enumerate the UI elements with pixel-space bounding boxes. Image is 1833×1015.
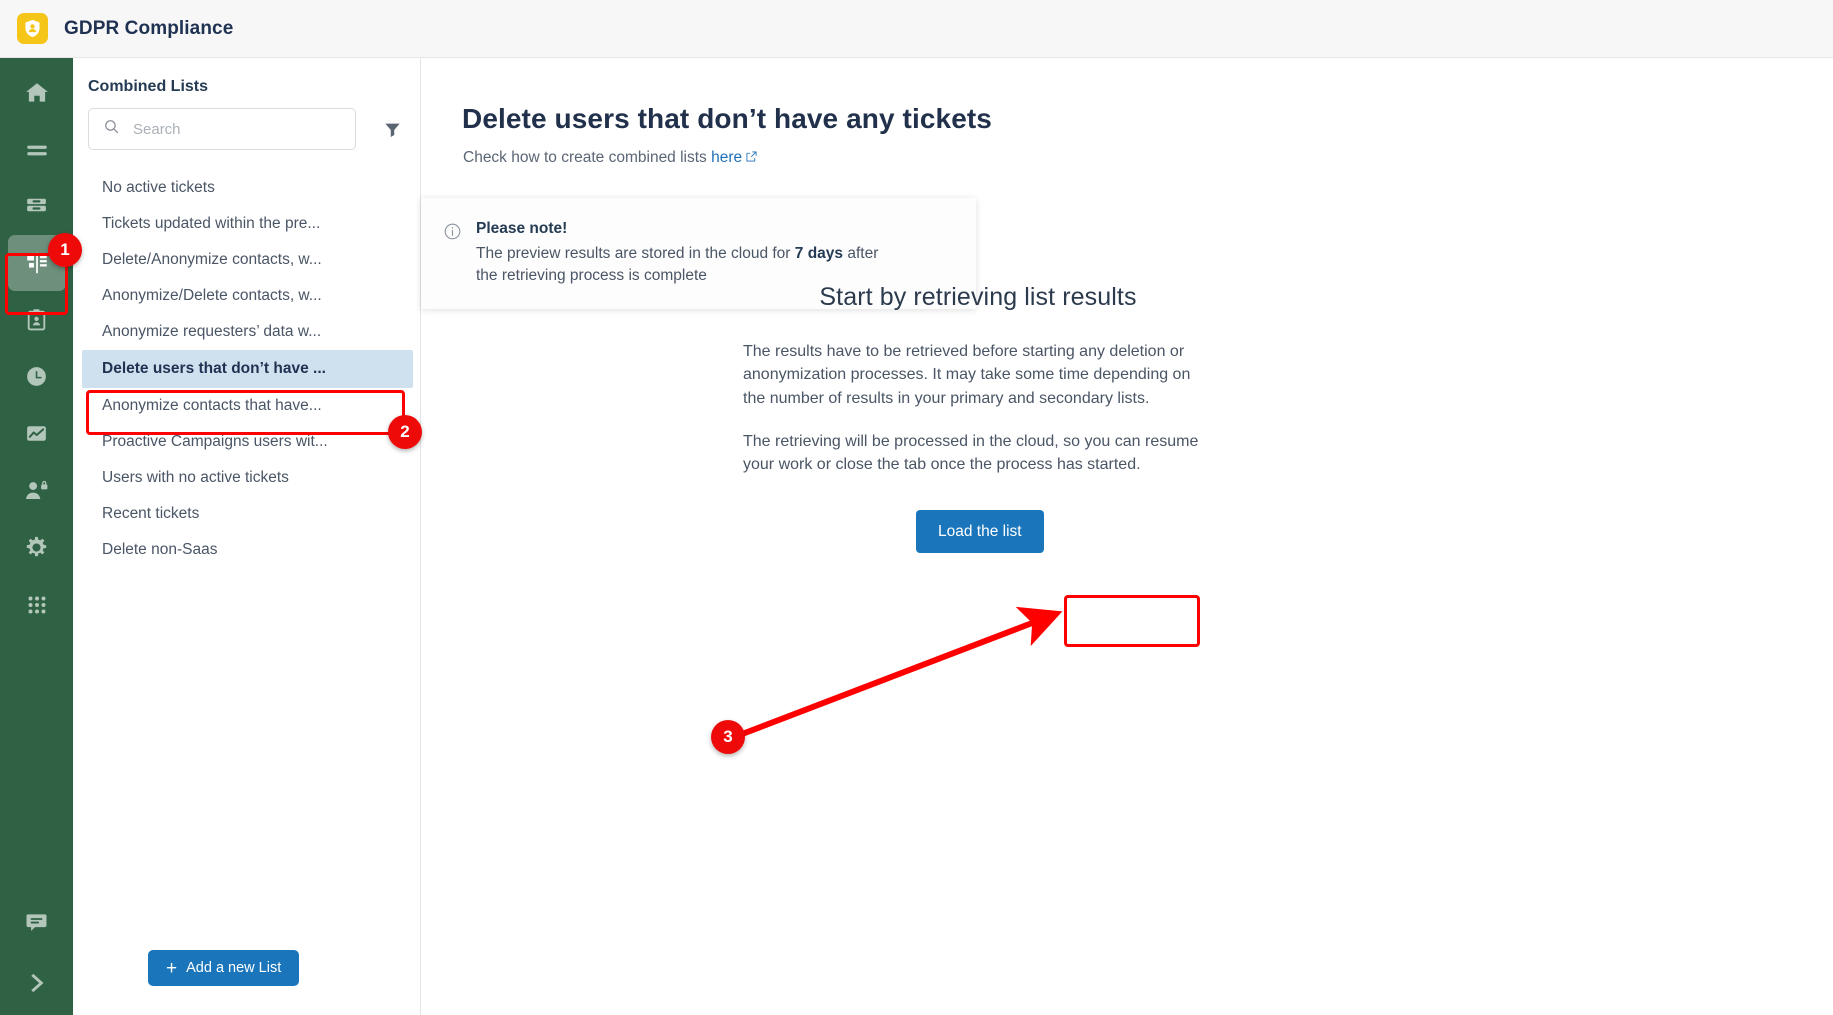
add-new-list-label: Add a new List xyxy=(186,960,282,976)
chart-icon[interactable] xyxy=(0,405,73,462)
subtitle: Check how to create combined lists here xyxy=(463,149,758,168)
list-item[interactable]: Anonymize contacts that have... xyxy=(73,388,421,424)
database-icon[interactable] xyxy=(0,178,73,235)
note-body: The preview results are stored in the cl… xyxy=(476,243,896,287)
panel-title: Combined Lists xyxy=(88,78,209,95)
combined-lists-help-link[interactable]: here xyxy=(711,149,742,166)
retrieve-results-block: Start by retrieving list results The res… xyxy=(743,283,1213,497)
list-item[interactable]: Delete/Anonymize contacts, w... xyxy=(73,242,421,278)
list-item-selected[interactable]: Delete users that don’t have ... xyxy=(82,350,413,388)
chevron-right-icon[interactable] xyxy=(0,951,73,1015)
note-text-block: Please note! The preview results are sto… xyxy=(476,220,896,287)
rail-bottom-group xyxy=(0,893,73,1015)
list-item[interactable]: Tickets updated within the pre... xyxy=(73,206,421,242)
user-lock-icon[interactable] xyxy=(0,462,73,519)
add-new-list-button[interactable]: + Add a new List xyxy=(148,950,300,986)
plus-icon: + xyxy=(166,957,178,979)
note-body-part1: The preview results are stored in the cl… xyxy=(476,245,795,262)
list-item[interactable]: Anonymize/Delete contacts, w... xyxy=(73,278,421,314)
main-content: Delete users that don’t have any tickets… xyxy=(421,58,1833,1015)
list-item[interactable]: Recent tickets xyxy=(73,496,421,532)
grid-dots-icon[interactable] xyxy=(0,576,73,633)
home-icon[interactable] xyxy=(0,64,73,121)
retrieve-heading: Start by retrieving list results xyxy=(819,283,1137,311)
combined-lists-panel: Combined Lists No active tickets Tickets… xyxy=(73,58,421,1015)
retrieve-paragraph-2: The retrieving will be processed in the … xyxy=(743,433,1199,474)
page-title: Delete users that don’t have any tickets xyxy=(462,103,992,134)
note-body-strong: 7 days xyxy=(794,245,844,262)
info-circle-icon xyxy=(443,220,462,287)
app-root: GDPR Compliance Combined Lists Search No… xyxy=(0,0,1833,1015)
retrieve-paragraph-1: The results have to be retrieved before … xyxy=(743,343,1191,407)
list-item[interactable]: No active tickets xyxy=(73,170,421,206)
list-item[interactable]: Proactive Campaigns users wit... xyxy=(73,424,421,460)
combined-lists: No active tickets Tickets updated within… xyxy=(73,170,421,568)
list-item[interactable]: Delete non-Saas xyxy=(73,532,421,568)
list-item[interactable]: Users with no active tickets xyxy=(73,460,421,496)
note-title: Please note! xyxy=(476,220,568,237)
chat-icon[interactable] xyxy=(0,893,73,951)
list-item[interactable]: Anonymize requesters’ data w... xyxy=(73,314,421,350)
load-the-list-button[interactable]: Load the list xyxy=(916,510,1044,553)
app-title: GDPR Compliance xyxy=(64,17,234,39)
icon-rail xyxy=(0,58,73,1015)
search-row xyxy=(88,108,406,150)
shield-person-icon xyxy=(17,13,48,44)
lines-icon[interactable] xyxy=(0,121,73,178)
clipboard-person-icon[interactable] xyxy=(0,291,73,348)
sidebar-item-combined-lists[interactable] xyxy=(7,235,66,291)
filter-icon[interactable] xyxy=(378,116,406,142)
search-icon xyxy=(103,118,120,140)
gear-icon[interactable] xyxy=(0,519,73,576)
search-box[interactable] xyxy=(88,108,356,150)
external-link-icon xyxy=(745,150,758,168)
search-input[interactable] xyxy=(131,119,326,139)
subtitle-text: Check how to create combined lists xyxy=(463,149,712,166)
clock-icon[interactable] xyxy=(0,348,73,405)
top-bar: GDPR Compliance xyxy=(0,0,1833,58)
